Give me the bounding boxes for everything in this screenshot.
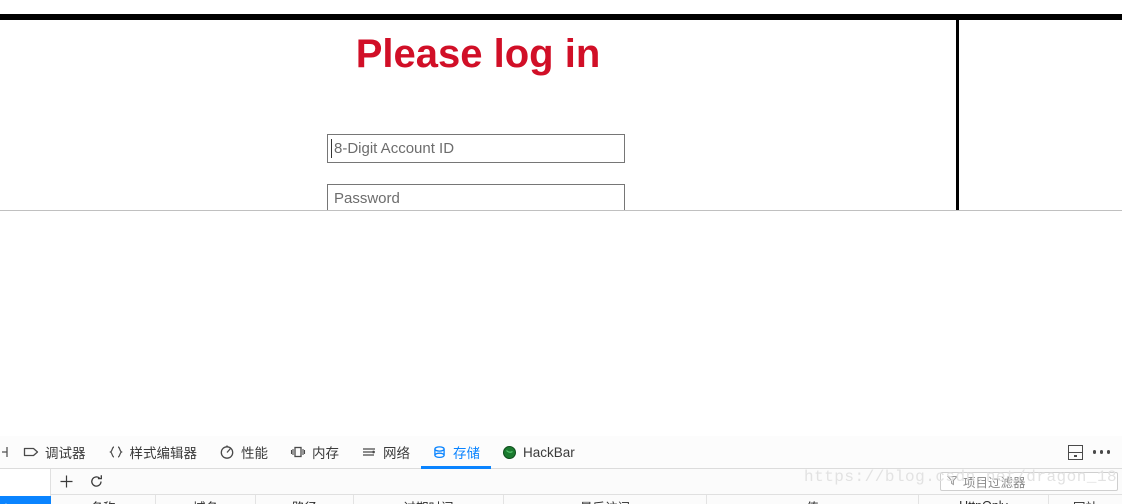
sidebar-item-cookie-domain[interactable]: et <box>0 496 51 504</box>
tab-memory[interactable]: 内存 <box>279 436 350 469</box>
storage-sidebar: et <box>0 495 51 504</box>
page-title: Please log in <box>355 32 601 76</box>
column-header-httponly[interactable]: HttpOnly <box>919 495 1049 504</box>
network-icon <box>361 445 377 459</box>
more-menu-icon[interactable] <box>1092 450 1110 454</box>
stopwatch-icon <box>219 444 235 460</box>
add-item-button[interactable] <box>51 469 81 495</box>
column-header-name[interactable]: 名称 <box>51 495 156 504</box>
cookies-table: 名称 域名 路径 过期时间 最后访问 值 HttpOnly 同站 _global… <box>51 495 1122 504</box>
table-header-row: 名称 域名 路径 过期时间 最后访问 值 HttpOnly 同站 <box>51 495 1122 504</box>
devtools-tabbar: 调试器 样式编辑器 性能 内存 网络 存储 HackBar <box>0 436 1122 469</box>
debugger-icon <box>23 445 39 459</box>
page-top-rule <box>0 14 1122 20</box>
hackbar-icon <box>502 445 517 460</box>
tab-network[interactable]: 网络 <box>350 436 421 469</box>
tab-debugger-label: 调试器 <box>45 446 86 461</box>
watermark: https://blog.csdn.net/dragon_18 <box>804 468 1118 486</box>
database-icon <box>432 445 447 460</box>
text-caret <box>331 139 332 158</box>
sidebar-actionbar-spacer <box>0 468 51 495</box>
tab-memory-label: 内存 <box>312 446 339 461</box>
tab-hackbar-label: HackBar <box>523 444 575 460</box>
devtools-panel: 调试器 样式编辑器 性能 内存 网络 存储 HackBar 项目过滤器 <box>0 210 1122 504</box>
tab-style-editor[interactable]: 样式编辑器 <box>97 436 209 469</box>
tab-performance-label: 性能 <box>241 446 268 461</box>
password-placeholder: Password <box>334 189 400 207</box>
partial-tab-icon <box>0 445 8 459</box>
tab-storage[interactable]: 存储 <box>421 436 491 469</box>
sidebar-item-label: et <box>0 500 8 504</box>
refresh-button[interactable] <box>81 469 111 495</box>
web-page-region: Please log in 8-Digit Account ID Passwor… <box>0 0 1122 210</box>
account-id-input[interactable]: 8-Digit Account ID <box>327 134 625 163</box>
account-id-placeholder: 8-Digit Account ID <box>334 139 455 157</box>
screenshot-root: Please log in 8-Digit Account ID Passwor… <box>0 0 1122 504</box>
tab-network-label: 网络 <box>383 446 410 461</box>
tab-debugger[interactable]: 调试器 <box>12 436 97 469</box>
devtools-toolbar-right <box>1067 444 1122 460</box>
column-header-domain[interactable]: 域名 <box>156 495 256 504</box>
tab-performance[interactable]: 性能 <box>208 436 279 469</box>
tab-storage-label: 存储 <box>453 446 480 461</box>
page-vertical-rule <box>956 19 959 210</box>
password-input[interactable]: Password <box>327 184 625 210</box>
tab-style-editor-label: 样式编辑器 <box>129 446 198 461</box>
column-header-value[interactable]: 值 <box>707 495 919 504</box>
memory-icon <box>290 445 306 459</box>
column-header-samesite[interactable]: 同站 <box>1049 495 1122 504</box>
braces-icon <box>108 445 124 459</box>
tab-partial-left[interactable] <box>0 436 12 469</box>
column-header-last-accessed[interactable]: 最后访问 <box>504 495 707 504</box>
column-header-expiry[interactable]: 过期时间 <box>354 495 504 504</box>
column-header-path[interactable]: 路径 <box>256 495 354 504</box>
dock-position-icon[interactable] <box>1067 444 1083 460</box>
tab-hackbar[interactable]: HackBar <box>491 436 586 469</box>
